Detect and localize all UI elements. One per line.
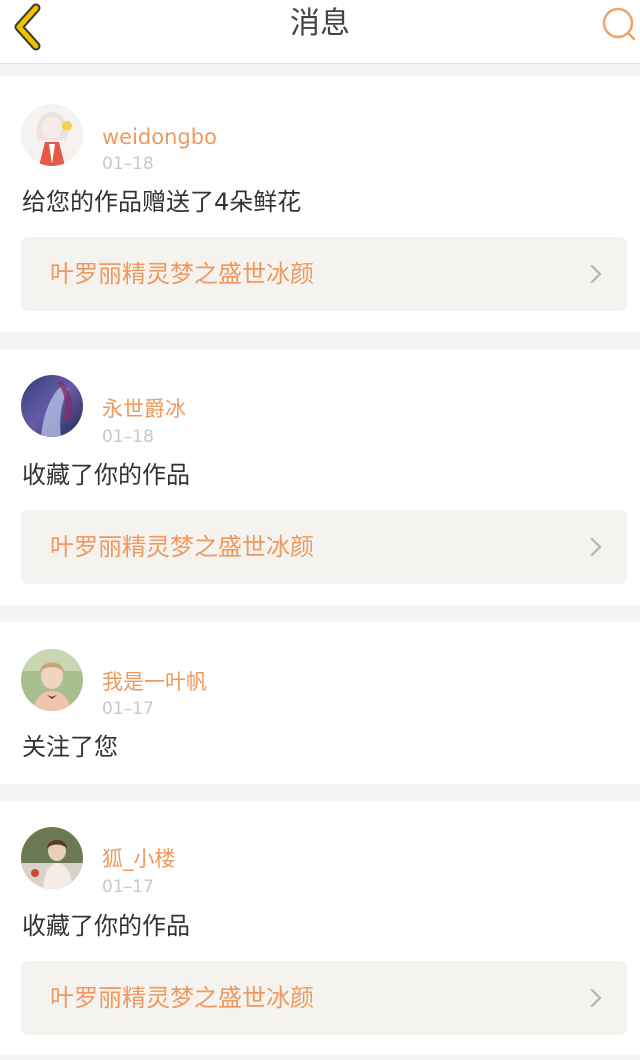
work-link[interactable]: 叶罗丽精灵梦之盛世冰颜: [21, 510, 627, 584]
message-date: 01–17: [102, 877, 154, 897]
message-card: 我是一叶帆 01–17 关注了您: [0, 622, 640, 784]
message-text: 收藏了你的作品: [22, 461, 190, 489]
work-title: 叶罗丽精灵梦之盛世冰颜: [50, 533, 314, 561]
message-date: 01–18: [102, 154, 154, 174]
search-icon: [602, 7, 636, 41]
message-text: 给您的作品赠送了4朵鲜花: [22, 188, 302, 216]
username[interactable]: 永世爵冰: [102, 396, 186, 422]
divider: [0, 784, 640, 801]
avatar[interactable]: [21, 649, 83, 711]
avatar[interactable]: [21, 104, 83, 166]
avatar[interactable]: [21, 827, 83, 889]
work-title: 叶罗丽精灵梦之盛世冰颜: [50, 260, 314, 288]
username[interactable]: 狐_小楼: [102, 846, 176, 872]
message-list: weidongbo 01–18 给您的作品赠送了4朵鲜花 叶罗丽精灵梦之盛世冰颜: [0, 64, 640, 1055]
header-bar: 消息: [0, 0, 640, 64]
divider: [0, 64, 640, 76]
message-date: 01–18: [102, 427, 154, 447]
work-link[interactable]: 叶罗丽精灵梦之盛世冰颜: [21, 237, 627, 311]
chevron-right-icon: [590, 988, 602, 1008]
chevron-right-icon: [590, 537, 602, 557]
work-title: 叶罗丽精灵梦之盛世冰颜: [50, 984, 314, 1012]
message-date: 01–17: [102, 699, 154, 719]
work-link[interactable]: 叶罗丽精灵梦之盛世冰颜: [21, 961, 627, 1035]
username[interactable]: 我是一叶帆: [102, 669, 207, 695]
message-card: 永世爵冰 01–18 收藏了你的作品 叶罗丽精灵梦之盛世冰颜: [0, 349, 640, 605]
chevron-right-icon: [590, 264, 602, 284]
divider: [0, 605, 640, 622]
message-card: 狐_小楼 01–17 收藏了你的作品 叶罗丽精灵梦之盛世冰颜: [0, 801, 640, 1055]
message-card: weidongbo 01–18 给您的作品赠送了4朵鲜花 叶罗丽精灵梦之盛世冰颜: [0, 76, 640, 332]
search-button[interactable]: [600, 5, 638, 43]
page-title: 消息: [290, 6, 350, 41]
message-text: 关注了您: [22, 733, 118, 761]
divider: [0, 332, 640, 349]
message-text: 收藏了你的作品: [22, 912, 190, 940]
username[interactable]: weidongbo: [102, 124, 217, 150]
avatar[interactable]: [21, 375, 83, 437]
